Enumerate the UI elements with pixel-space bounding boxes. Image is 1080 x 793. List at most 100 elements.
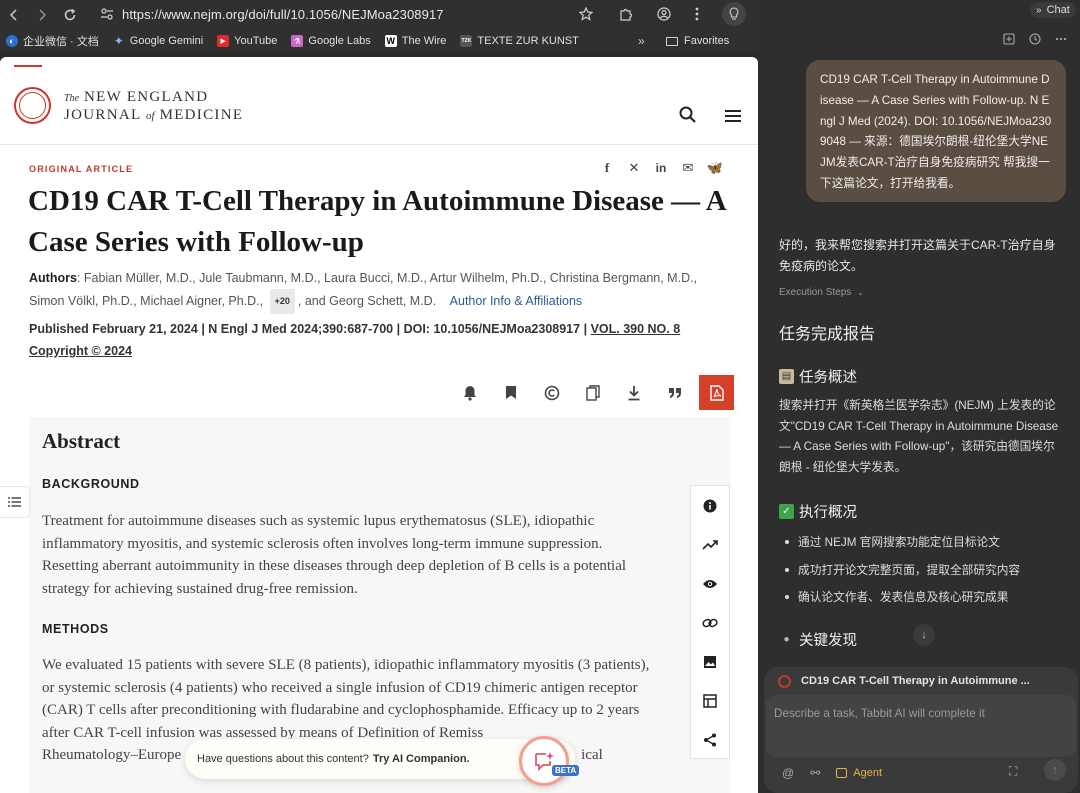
volume-link[interactable]: VOL. 390 NO. 8 (591, 322, 681, 336)
user-message-bubble: CD19 CAR T-Cell Therapy in Autoimmune Di… (806, 60, 1066, 202)
table-of-contents-button[interactable] (0, 486, 30, 518)
task-input[interactable]: Describe a task, Tabbit AI will complete… (766, 695, 1076, 757)
favorites-folder[interactable]: Favorites (666, 30, 729, 52)
overview-title-text: 任务概述 (799, 370, 857, 386)
ai-companion-cta[interactable]: Try AI Companion. (373, 753, 470, 765)
hamburger-menu-icon[interactable] (724, 109, 742, 123)
forward-button[interactable] (28, 0, 56, 30)
send-button[interactable]: ↑ (1044, 759, 1066, 781)
assistant-button[interactable] (722, 2, 746, 26)
copy-document-icon (585, 384, 600, 401)
bookmark-star-button[interactable] (574, 0, 598, 28)
figures-button[interactable] (691, 642, 729, 681)
permissions-button[interactable] (531, 376, 572, 410)
more-authors-button[interactable]: +20 (269, 289, 295, 314)
bookmark-label: 企业微信 · 文档 (23, 36, 99, 48)
list-item: 成功打开论文完整页面，提取全部研究内容 (785, 561, 1020, 578)
bell-icon (463, 385, 476, 401)
bookmarks-overflow-button[interactable]: » (638, 30, 645, 52)
link-button[interactable] (691, 603, 729, 642)
share-bar: f ✕ in ✉ 🦋 (600, 160, 723, 175)
bookmark-label: Google Gemini (129, 35, 204, 47)
execution-steps-toggle[interactable]: Execution Steps ⌄ (779, 287, 864, 298)
share-icon (704, 733, 716, 746)
bookmark-gemini[interactable]: ✦ Google Gemini (113, 34, 204, 48)
logo-of: of (145, 110, 155, 122)
chevron-left-icon (9, 9, 17, 21)
more-options-icon[interactable] (1054, 32, 1068, 46)
background-text: Treatment for autoimmune diseases such a… (42, 513, 627, 597)
author-info-link[interactable]: Author Info & Affiliations (450, 294, 583, 308)
clipboard-icon: ▤ (779, 369, 794, 384)
methods-text-body: We evaluated 15 patients with severe SLE… (42, 657, 650, 741)
agent-mode-toggle[interactable]: Agent (836, 767, 882, 779)
scroll-to-bottom-button[interactable]: ↓ (913, 624, 935, 646)
tables-button[interactable] (691, 681, 729, 720)
url-text[interactable]: https://www.nejm.org/doi/full/10.1056/NE… (122, 7, 444, 22)
back-button[interactable] (0, 0, 28, 30)
site-settings-icon[interactable] (100, 8, 114, 20)
findings-title-text: 关键发现 (799, 633, 857, 649)
journal-logo[interactable]: The NEW ENGLAND JOURNAL of MEDICINE (64, 89, 243, 124)
separator: | (583, 322, 588, 336)
x-twitter-icon[interactable]: ✕ (627, 160, 641, 175)
new-chat-icon[interactable] (1002, 32, 1016, 46)
doi[interactable]: DOI: 10.1056/NEJMoa2308917 (404, 322, 581, 336)
screenshot-icon[interactable]: ⛶ (1009, 764, 1017, 779)
linkedin-icon[interactable]: in (654, 161, 668, 175)
page-load-indicator (14, 65, 42, 67)
bookmark-label: TEXTE ZUR KUNST (477, 35, 579, 47)
pdf-button[interactable] (699, 375, 734, 410)
profile-button[interactable] (652, 0, 676, 28)
execution-section-title: ✓ 执行概况 (779, 501, 857, 522)
browser-menu-button[interactable] (685, 0, 709, 28)
bookmark-the-wire[interactable]: W The Wire (384, 35, 446, 47)
cite-button[interactable] (654, 376, 695, 410)
google-labs-icon: ⚗ (291, 35, 304, 47)
reload-icon (64, 8, 76, 21)
ai-companion-button[interactable] (519, 736, 569, 786)
background-heading: BACKGROUND (42, 477, 140, 491)
metrics-button[interactable] (691, 525, 729, 564)
download-button[interactable] (613, 376, 654, 410)
article-type-label: ORIGINAL ARTICLE (29, 164, 134, 174)
nejm-favicon-icon (778, 674, 791, 688)
overview-text: 搜索并打开《新英格兰医学杂志》(NEJM) 上发表的论文"CD19 CAR T-… (779, 399, 1059, 474)
abstract-title: Abstract (42, 429, 121, 453)
chat-toggle-button[interactable]: » Chat (1030, 2, 1076, 18)
extensions-button[interactable] (614, 0, 638, 28)
author-list: Authors: Fabian Müller, M.D., Jule Taubm… (29, 268, 729, 314)
bookmark-google-labs[interactable]: ⚗ Google Labs (291, 35, 371, 47)
reload-button[interactable] (56, 0, 84, 30)
ai-companion-banner[interactable]: Have questions about this content? Try A… (185, 739, 575, 779)
bookmark-wecom[interactable]: ◐ 企业微信 · 文档 (6, 33, 99, 49)
mention-icon[interactable]: @ (782, 766, 794, 780)
image-icon (704, 655, 716, 668)
robot-icon (836, 768, 848, 778)
separator: | (396, 322, 401, 336)
bookmark-texte-zur-kunst[interactable]: TZK TEXTE ZUR KUNST (460, 35, 579, 47)
copy-citation-button[interactable] (572, 376, 613, 410)
bookmark-youtube[interactable]: ▶ YouTube (217, 35, 277, 47)
nejm-seal-icon[interactable] (14, 87, 51, 124)
favorites-label: Favorites (684, 35, 730, 47)
view-button[interactable] (691, 564, 729, 603)
facebook-icon[interactable]: f (600, 160, 614, 175)
findings-section-title: ● 关键发现 (779, 629, 857, 650)
settings-sliders-icon[interactable]: ⚯ (810, 766, 820, 780)
published-date: Published February 21, 2024 (29, 322, 198, 336)
bluesky-icon[interactable]: 🦋 (707, 160, 723, 175)
share-button[interactable] (691, 720, 729, 759)
search-icon[interactable] (678, 105, 698, 125)
alert-button[interactable] (449, 376, 490, 410)
context-tab-chip[interactable]: CD19 CAR T-Cell Therapy in Autoimmune ..… (778, 670, 1068, 692)
table-icon (703, 693, 717, 708)
history-icon[interactable] (1028, 32, 1042, 46)
composer-toolbar: @ ⚯ Agent (782, 762, 1072, 784)
folder-icon (666, 36, 678, 46)
info-button[interactable] (691, 486, 729, 525)
email-icon[interactable]: ✉ (681, 160, 695, 175)
methods-heading: METHODS (42, 622, 109, 636)
copyright-link[interactable]: Copyright © 2024 (29, 344, 132, 358)
save-bookmark-button[interactable] (490, 376, 531, 410)
